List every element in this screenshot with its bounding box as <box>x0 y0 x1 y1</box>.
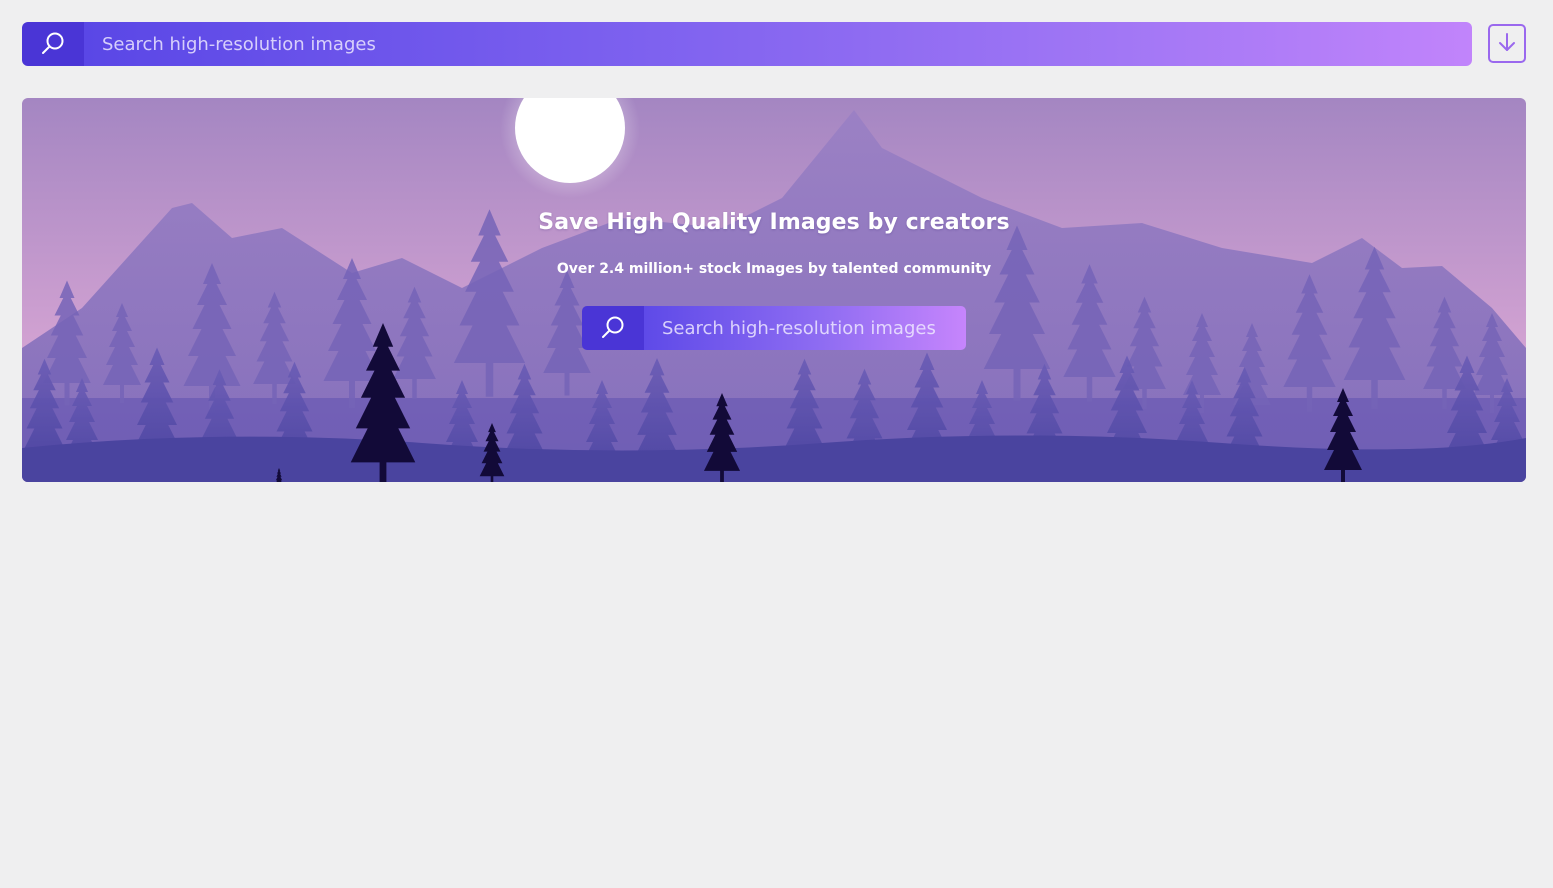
hero-search-bar <box>582 306 966 350</box>
top-search-bar <box>22 22 1472 66</box>
hero-content: Save High Quality Images by creators Ove… <box>22 98 1526 482</box>
hero-banner: Save High Quality Images by creators Ove… <box>22 98 1526 482</box>
hero-subtitle: Over 2.4 million+ stock Images by talent… <box>556 261 992 277</box>
hero-title: Save High Quality Images by creators <box>538 210 1010 235</box>
hero-search-input[interactable] <box>644 306 966 350</box>
download-button[interactable] <box>1488 24 1526 63</box>
search-icon <box>42 32 64 54</box>
search-button[interactable] <box>22 22 84 66</box>
search-icon <box>602 316 624 338</box>
hero-search-button[interactable] <box>582 306 644 350</box>
download-icon <box>1499 32 1515 51</box>
search-input[interactable] <box>84 22 1472 66</box>
